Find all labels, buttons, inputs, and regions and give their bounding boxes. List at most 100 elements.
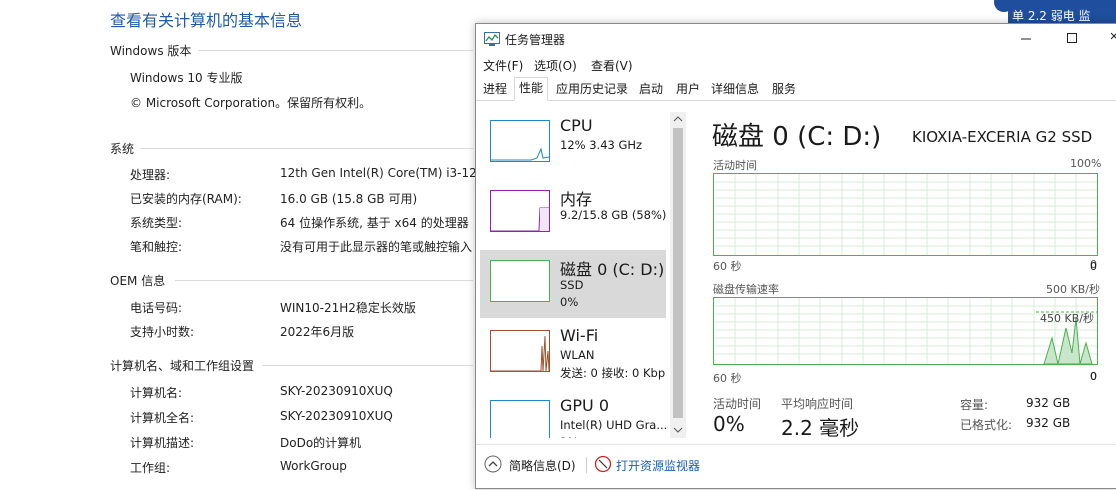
info-label: 计算机名: (130, 386, 183, 400)
info-value: SKY-20230910XUQ (280, 384, 393, 398)
info-value: SKY-20230910XUQ (280, 409, 393, 423)
scroll-up-icon[interactable] (673, 115, 683, 123)
fewer-details-link[interactable]: 简略信息(D) (509, 457, 576, 474)
resource-sub2: 0% (560, 295, 579, 309)
resource-item-cpu[interactable]: CPU 12% 3.43 GHz (480, 110, 666, 178)
resource-list: CPU 12% 3.43 GHz 内存 9.2/15.8 GB (58%) 磁盘… (476, 108, 688, 438)
info-label: 支持小时数: (130, 325, 195, 339)
open-resource-monitor-link[interactable]: 打开资源监视器 (616, 457, 700, 474)
response-time-label: 平均响应时间 (781, 397, 854, 411)
graph2-marker: 450 KB/秒 (1040, 312, 1094, 325)
info-label: 系统类型: (130, 216, 183, 230)
graph2-label: 磁盘传输速率 (713, 283, 779, 296)
info-value: 64 位操作系统, 基于 x64 的处理器 (280, 216, 469, 230)
window-title: 任务管理器 (505, 33, 566, 47)
divider (140, 148, 473, 149)
info-value: 2022年6月版 (280, 325, 355, 339)
graph2-max: 500 KB/秒 (1046, 283, 1100, 296)
resource-item-gpu[interactable]: GPU 0 Intel(R) UHD Gra... 2% (480, 390, 667, 438)
divider (586, 457, 587, 473)
section-oem: OEM 信息 (110, 274, 166, 288)
disk-model: KIOXIA-EXCERIA G2 SSD (912, 128, 1093, 146)
wifi-thumbnail (490, 330, 550, 372)
info-value: WorkGroup (280, 459, 347, 473)
copyright-text: © Microsoft Corporation。保留所有权利。 (130, 96, 372, 110)
resource-name: GPU 0 (560, 396, 610, 415)
info-label: 笔和触控: (130, 240, 183, 254)
resource-name: CPU (560, 116, 593, 135)
divider (198, 50, 473, 51)
tab-users[interactable]: 用户 (672, 79, 704, 99)
info-label: 计算机描述: (130, 436, 195, 450)
formatted-label: 已格式化: (960, 418, 1013, 432)
section-windows-edition: Windows 版本 (110, 44, 192, 58)
graph1-time-left: 60 秒 (713, 260, 742, 273)
windows-edition: Windows 10 专业版 (130, 71, 243, 85)
menu-options[interactable]: 选项(O) (534, 57, 577, 74)
disk-thumbnail (490, 260, 550, 302)
resource-sub: WLAN (560, 348, 595, 362)
cpu-thumbnail (490, 120, 550, 162)
divider (262, 365, 473, 366)
resource-sub2: 发送: 0 接收: 0 Kbp (560, 366, 666, 380)
divider (175, 280, 473, 281)
info-value: WIN10-21H2稳定长效版 (280, 301, 416, 315)
tab-performance[interactable]: 性能 (514, 77, 549, 101)
circle-icon (994, 0, 1014, 12)
resource-name: 磁盘 0 (C: D:) (560, 260, 665, 279)
graph1-max: 100% (1070, 157, 1102, 170)
response-time-value: 2.2 毫秒 (781, 416, 860, 440)
transfer-rate-graph (713, 297, 1098, 365)
info-value: 12th Gen Intel(R) Core(TM) i3-121 (280, 166, 485, 180)
resource-sub: SSD (560, 278, 584, 292)
scroll-down-icon[interactable] (673, 426, 683, 434)
resource-item-memory[interactable]: 内存 9.2/15.8 GB (58%) (480, 180, 666, 248)
info-label: 计算机全名: (130, 411, 195, 425)
strip-text: 单 2.2 弱电 监 (1012, 9, 1091, 23)
formatted-value: 932 GB (1026, 416, 1071, 430)
resource-name: 内存 (560, 190, 593, 209)
resource-sub: 9.2/15.8 GB (58%) (560, 208, 667, 222)
tab-strip: 进程 性能 应用历史记录 启动 用户 详细信息 服务 (476, 77, 1116, 101)
memory-thumbnail (490, 190, 550, 232)
gpu-thumbnail (490, 400, 550, 438)
tab-services[interactable]: 服务 (768, 79, 800, 99)
resource-item-wifi[interactable]: Wi-Fi WLAN 发送: 0 接收: 0 Kbp (480, 320, 666, 388)
active-time-label: 活动时间 (713, 397, 762, 411)
menu-view[interactable]: 查看(V) (591, 57, 633, 74)
section-system: 系统 (110, 142, 135, 156)
info-label: 工作组: (130, 461, 171, 475)
info-label: 处理器: (130, 168, 171, 182)
tab-startup[interactable]: 启动 (635, 79, 667, 99)
scroll-thumb[interactable] (673, 128, 683, 418)
active-time-graph (713, 173, 1098, 256)
minimize-button[interactable] (1014, 28, 1038, 48)
info-value: DoDo的计算机 (280, 436, 362, 450)
info-label: 已安装的内存(RAM): (130, 192, 242, 206)
active-time-value: 0% (713, 412, 745, 436)
capacity-value: 932 GB (1026, 396, 1071, 410)
menu-file[interactable]: 文件(F) (483, 57, 523, 74)
resource-name: Wi-Fi (560, 326, 599, 345)
collapse-chevron-icon[interactable] (484, 455, 502, 476)
detail-title: 磁盘 0 (C: D:) (712, 122, 882, 152)
resource-item-disk0[interactable]: 磁盘 0 (C: D:) SSD 0% (480, 250, 666, 318)
footer-bar: 简略信息(D) 打开资源监视器 (476, 444, 1116, 489)
capacity-label: 容量: (960, 398, 989, 412)
maximize-button[interactable] (1060, 28, 1084, 48)
close-button[interactable] (1104, 28, 1116, 48)
info-value: 没有可用于此显示器的笔或触控输入 (280, 240, 473, 254)
resource-monitor-icon (594, 455, 612, 476)
menu-bar: 文件(F) 选项(O) 查看(V) (476, 54, 1116, 74)
tab-processes[interactable]: 进程 (479, 79, 511, 99)
resource-sub: 12% 3.43 GHz (560, 138, 643, 152)
tab-details[interactable]: 详细信息 (707, 79, 763, 99)
task-manager-icon (484, 32, 500, 49)
graph2-time-left: 60 秒 (713, 372, 742, 385)
page-title: 查看有关计算机的基本信息 (110, 11, 303, 30)
info-label: 电话号码: (130, 301, 183, 315)
tab-app-history[interactable]: 应用历史记录 (552, 79, 632, 99)
edge-text: 0 (1090, 260, 1097, 273)
edge-text: 0 (1090, 370, 1097, 383)
task-manager-window: 任务管理器 文件(F) 选项(O) 查看(V) 进程 性能 应用历史记录 启动 … (475, 23, 1116, 489)
